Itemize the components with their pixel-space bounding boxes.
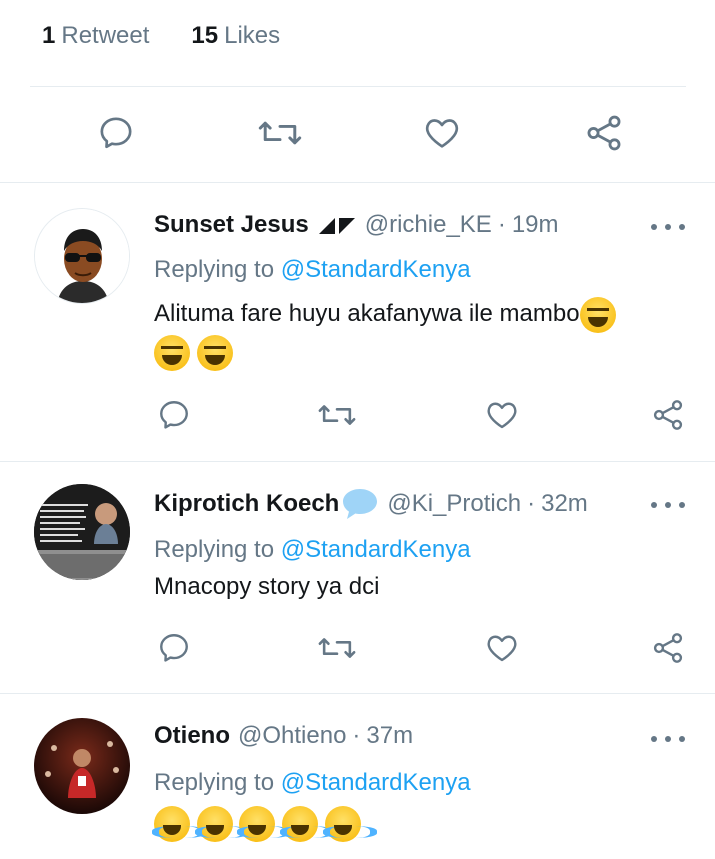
mention-link[interactable]: @StandardKenya [281, 536, 471, 563]
engagement-stats: 1 Retweet 15 Likes [42, 18, 280, 54]
replying-to: Replying to @StandardKenya [154, 256, 471, 284]
user-handle[interactable]: @richie_KE [365, 211, 492, 239]
avatar[interactable] [34, 208, 130, 304]
timestamp[interactable]: 19m [512, 211, 559, 239]
like-button[interactable] [420, 113, 464, 153]
mention-link[interactable]: @StandardKenya [281, 256, 471, 283]
avatar-image [34, 484, 130, 580]
reply-tweet[interactable]: Otieno @Ohtieno · 37m Replying to @Stand… [0, 694, 715, 859]
avatar[interactable] [34, 484, 130, 580]
triangle-badge-icon [317, 214, 357, 236]
replying-to-label: Replying to [154, 536, 275, 563]
user-handle[interactable]: @Ki_Protich [387, 490, 521, 518]
tweet-header: Kiprotich Koech @Ki_Protich · 32m [154, 484, 588, 524]
share-button[interactable] [648, 628, 688, 668]
share-icon [587, 115, 621, 151]
display-name[interactable]: Sunset Jesus [154, 211, 309, 239]
retweet-button[interactable] [315, 395, 359, 435]
avatar-image [35, 209, 129, 303]
retweet-count-label: Retweet [61, 22, 150, 49]
face-with-tears-of-joy-icon [280, 805, 335, 842]
divider [30, 86, 686, 87]
tweet-text: Mnacopy story ya dci [154, 573, 380, 600]
separator-dot: · [497, 211, 506, 238]
like-button[interactable] [482, 628, 522, 668]
more-options-button[interactable] [651, 729, 685, 749]
reply-icon [160, 634, 188, 662]
dot-icon [665, 502, 671, 508]
timestamp[interactable]: 37m [366, 722, 413, 750]
reply-icon [100, 117, 132, 149]
replying-to: Replying to @StandardKenya [154, 536, 471, 564]
like-button[interactable] [482, 395, 522, 435]
display-name[interactable]: Kiprotich Koech [154, 490, 339, 518]
dot-icon [651, 502, 657, 508]
retweet-icon [258, 121, 302, 145]
dot-icon [679, 502, 685, 508]
tweet-text [152, 804, 674, 842]
mention-link[interactable]: @StandardKenya [281, 769, 471, 796]
replying-to: Replying to @StandardKenya [154, 769, 471, 797]
tweet-text-content: Alituma fare huyu akafanywa ile mambo [154, 300, 580, 327]
like-icon [487, 635, 517, 662]
dot-icon [651, 736, 657, 742]
replying-to-label: Replying to [154, 256, 275, 283]
reply-tweet[interactable]: Sunset Jesus @richie_KE · 19m Replying t… [0, 183, 715, 462]
tweet-text: Alituma fare huyu akafanywa ile mambo [154, 295, 674, 371]
like-count[interactable]: 15 Likes [191, 22, 280, 50]
speech-bubble-icon [341, 487, 379, 521]
avatar[interactable] [34, 718, 130, 814]
face-with-tears-of-joy-icon [237, 805, 292, 842]
retweet-icon [318, 405, 356, 425]
avatar-image [34, 718, 130, 814]
grinning-squinting-face-icon [196, 334, 233, 371]
like-count-number: 15 [191, 22, 219, 49]
grinning-squinting-face-icon [579, 296, 616, 333]
share-icon [653, 400, 683, 430]
reply-button[interactable] [154, 395, 194, 435]
dot-icon [679, 736, 685, 742]
tweet-header: Sunset Jesus @richie_KE · 19m [154, 209, 559, 241]
share-icon [653, 633, 683, 663]
face-with-tears-of-joy-icon [194, 805, 249, 842]
reply-icon [160, 401, 188, 429]
more-options-button[interactable] [651, 495, 685, 515]
retweet-count[interactable]: 1 Retweet [42, 22, 149, 50]
retweet-icon [318, 638, 356, 658]
face-with-tears-of-joy-icon [152, 805, 206, 842]
reply-tweet[interactable]: Kiprotich Koech @Ki_Protich · 32m Replyi… [0, 462, 715, 693]
dot-icon [665, 224, 671, 230]
tweet-header: Otieno @Ohtieno · 37m [154, 720, 413, 752]
separator-dot: · [352, 722, 361, 749]
more-options-button[interactable] [651, 217, 685, 237]
reply-button[interactable] [154, 628, 194, 668]
like-icon [425, 119, 459, 148]
share-button[interactable] [582, 113, 626, 153]
like-count-label: Likes [224, 22, 281, 49]
retweet-button[interactable] [256, 113, 304, 153]
display-name[interactable]: Otieno [154, 722, 230, 750]
separator-dot: · [527, 490, 536, 517]
retweet-count-number: 1 [42, 22, 56, 49]
share-button[interactable] [648, 395, 688, 435]
grinning-squinting-face-icon [154, 334, 190, 371]
dot-icon [665, 736, 671, 742]
timestamp[interactable]: 32m [541, 490, 588, 518]
user-handle[interactable]: @Ohtieno [238, 722, 346, 750]
like-icon [487, 402, 517, 429]
dot-icon [651, 224, 657, 230]
face-with-tears-of-joy-icon [322, 805, 377, 842]
retweet-button[interactable] [315, 628, 359, 668]
replying-to-label: Replying to [154, 769, 275, 796]
reply-button[interactable] [94, 113, 138, 153]
dot-icon [679, 224, 685, 230]
